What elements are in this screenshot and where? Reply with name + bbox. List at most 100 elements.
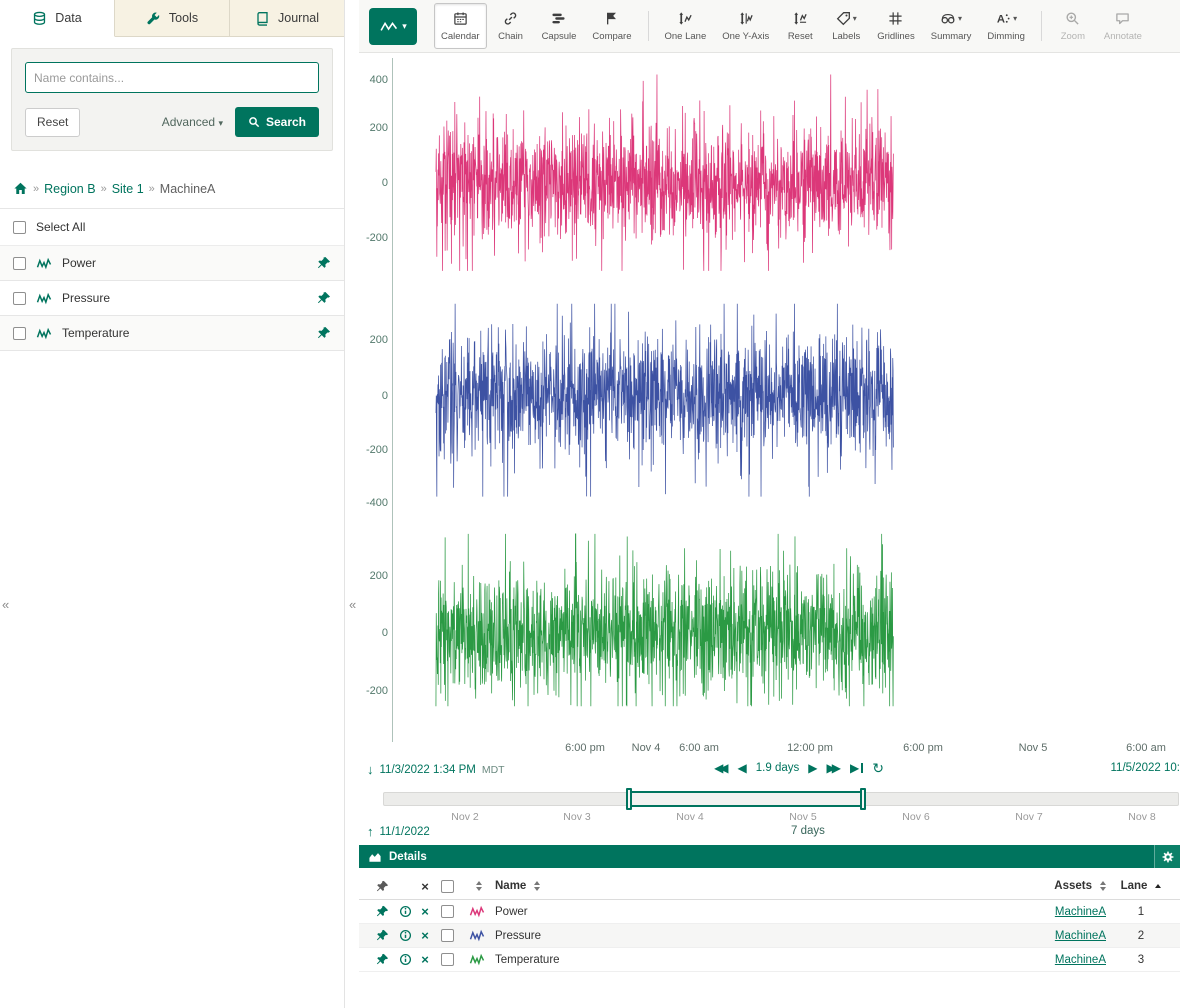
- toolbar-button-one-lane[interactable]: One Lane: [658, 3, 714, 49]
- timeline-tick: Nov 7: [1015, 811, 1042, 823]
- home-icon[interactable]: [13, 181, 28, 196]
- scrubber-selection[interactable]: [629, 791, 863, 807]
- tab-journal[interactable]: Journal: [230, 0, 344, 37]
- toolbar-button-labels[interactable]: ▾ Labels: [824, 3, 868, 49]
- toolbar-button-zoom[interactable]: Zoom: [1051, 3, 1095, 49]
- tab-data[interactable]: Data: [0, 0, 115, 37]
- toolbar-button-capsule[interactable]: Capsule: [535, 3, 584, 49]
- toolbar-button-compare[interactable]: Compare: [585, 3, 638, 49]
- range-start-label[interactable]: 11/3/2022 1:34 PM: [380, 764, 476, 776]
- remove-all-icon[interactable]: ×: [421, 880, 429, 893]
- list-item-power[interactable]: Power: [0, 246, 344, 281]
- auto-update-icon[interactable]: ↻: [872, 761, 884, 775]
- scrubber-track[interactable]: [383, 792, 1179, 806]
- toolbar-button-reset-scale[interactable]: Reset: [778, 3, 822, 49]
- column-header-name[interactable]: Name: [495, 880, 526, 892]
- remove-icon[interactable]: ×: [421, 953, 429, 966]
- investigate-start-label[interactable]: 11/1/2022: [380, 826, 430, 838]
- y-axis-tick: 0: [359, 390, 388, 402]
- details-table-header: × Name Assets Lane: [359, 873, 1180, 900]
- y-axis-tick: 400: [359, 74, 388, 86]
- asset-link[interactable]: MachineA: [1055, 930, 1106, 942]
- trend-lane-temperature[interactable]: [392, 520, 1178, 742]
- sort-lane-control[interactable]: [1155, 884, 1161, 888]
- step-forward-icon[interactable]: ▶: [808, 762, 817, 774]
- collapse-left-edge-handle[interactable]: «: [2, 597, 9, 612]
- chevron-down-icon: ▾: [218, 118, 223, 128]
- item-checkbox[interactable]: [13, 327, 26, 340]
- trend-view-button[interactable]: ▾: [369, 8, 417, 45]
- sort-name-control[interactable]: [534, 881, 540, 891]
- header-checkbox[interactable]: [441, 880, 454, 893]
- pin-icon[interactable]: [317, 326, 331, 340]
- pin-icon[interactable]: [376, 953, 389, 966]
- toolbar-button-annotate[interactable]: Annotate: [1097, 3, 1149, 49]
- scrubber-handle-left[interactable]: [626, 788, 632, 810]
- step-back-fast-icon[interactable]: ◀◀: [714, 762, 728, 774]
- pin-icon[interactable]: [376, 905, 389, 918]
- row-checkbox[interactable]: [441, 953, 454, 966]
- toolbar-button-chain[interactable]: Chain: [489, 3, 533, 49]
- y-axis-tick: -200: [359, 232, 388, 244]
- list-item-pressure[interactable]: Pressure: [0, 281, 344, 316]
- row-checkbox[interactable]: [441, 905, 454, 918]
- item-checkbox[interactable]: [13, 292, 26, 305]
- toolbar-button-gridlines[interactable]: Gridlines: [870, 3, 922, 49]
- column-header-lane[interactable]: Lane: [1121, 880, 1148, 892]
- remove-icon[interactable]: ×: [421, 905, 429, 918]
- asset-link[interactable]: MachineA: [1055, 906, 1106, 918]
- toolbar-button-dimming[interactable]: A ▾ Dimming: [980, 3, 1031, 49]
- item-checkbox[interactable]: [13, 257, 26, 270]
- investigate-start-arrow-icon[interactable]: ↑: [367, 824, 374, 839]
- pin-icon[interactable]: [317, 291, 331, 305]
- sort-type-control[interactable]: [476, 881, 482, 891]
- trend-lane-power[interactable]: [392, 58, 1178, 290]
- chevron-down-icon: ▾: [402, 21, 407, 32]
- advanced-toggle[interactable]: Advanced ▾: [162, 115, 223, 129]
- gear-icon: [1161, 850, 1175, 864]
- trend-chart[interactable]: 400 200 0 -200 200 0 -200 -400 200 0 -20…: [359, 53, 1180, 758]
- step-to-end-icon[interactable]: ▶: [850, 762, 863, 774]
- step-back-icon[interactable]: ◀: [738, 762, 747, 774]
- pin-icon[interactable]: [376, 929, 389, 942]
- scrubber-handle-right[interactable]: [860, 788, 866, 810]
- search-button[interactable]: Search: [235, 107, 319, 137]
- toolbar-button-summary[interactable]: ▾ Summary: [924, 3, 979, 49]
- range-duration-label[interactable]: 1.9 days: [756, 762, 799, 774]
- annotate-icon: [1115, 10, 1130, 27]
- step-forward-fast-icon[interactable]: ▶▶: [826, 762, 840, 774]
- calendar-icon: [453, 10, 468, 27]
- select-all-checkbox[interactable]: [13, 221, 26, 234]
- details-settings-button[interactable]: [1154, 845, 1180, 868]
- toolbar-button-calendar[interactable]: Calendar: [434, 3, 487, 49]
- x-axis-tick: Nov 5: [1019, 742, 1048, 754]
- y-axis-tick: 200: [359, 122, 388, 134]
- row-name: Power: [495, 906, 528, 918]
- breadcrumb-region[interactable]: Region B: [44, 182, 95, 196]
- asset-link[interactable]: MachineA: [1055, 954, 1106, 966]
- collapse-sidebar-handle[interactable]: «: [349, 597, 356, 612]
- search-input[interactable]: [25, 62, 319, 93]
- info-icon[interactable]: [399, 953, 412, 966]
- reset-button[interactable]: Reset: [25, 108, 80, 137]
- remove-icon[interactable]: ×: [421, 929, 429, 942]
- column-header-assets[interactable]: Assets: [1054, 880, 1092, 892]
- toolbar-button-one-y-axis[interactable]: One Y-Axis: [715, 3, 776, 49]
- trend-lane-pressure[interactable]: [392, 290, 1178, 520]
- table-row-temperature[interactable]: × Temperature MachineA 3: [359, 948, 1180, 972]
- list-item-temperature[interactable]: Temperature: [0, 316, 344, 351]
- breadcrumb-site[interactable]: Site 1: [112, 182, 144, 196]
- pin-column-icon[interactable]: [376, 880, 389, 893]
- info-icon[interactable]: [399, 929, 412, 942]
- tab-tools[interactable]: Tools: [115, 0, 230, 37]
- table-row-pressure[interactable]: × Pressure MachineA 2: [359, 924, 1180, 948]
- pin-icon[interactable]: [317, 256, 331, 270]
- tab-data-label: Data: [55, 11, 81, 25]
- info-icon[interactable]: [399, 905, 412, 918]
- table-row-power[interactable]: × Power MachineA 1: [359, 900, 1180, 924]
- range-end-label[interactable]: 11/5/2022 10:: [1111, 762, 1180, 774]
- range-start-arrow-icon[interactable]: ↓: [367, 762, 374, 777]
- search-panel: Reset Advanced ▾ Search: [11, 48, 333, 151]
- investigate-duration-label[interactable]: 7 days: [791, 825, 825, 837]
- row-checkbox[interactable]: [441, 929, 454, 942]
